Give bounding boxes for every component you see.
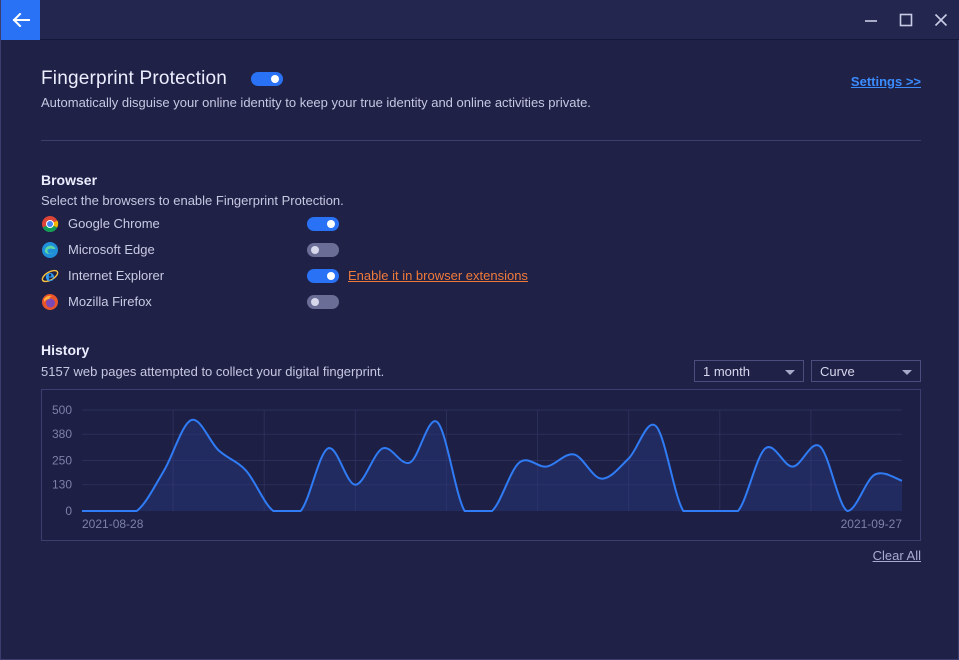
data-point	[354, 484, 356, 486]
history-section-subtitle: 5157 web pages attempted to collect your…	[41, 364, 385, 379]
data-point	[382, 447, 384, 449]
chart-style-select-value: Curve	[820, 364, 855, 379]
chevron-down-icon	[902, 370, 912, 375]
chrome-icon	[42, 216, 59, 232]
series-area	[82, 419, 902, 511]
toggle-knob	[311, 298, 319, 306]
toggle-knob	[327, 272, 335, 280]
y-tick-label: 0	[65, 504, 72, 518]
data-point	[327, 447, 329, 449]
toggle-knob	[327, 220, 335, 228]
toggle-knob	[271, 75, 279, 83]
x-tick-label: 2021-09-27	[841, 517, 903, 531]
data-point	[136, 510, 138, 512]
arrow-left-icon	[12, 13, 30, 27]
divider	[41, 140, 921, 141]
toggle-knob	[311, 246, 319, 254]
data-point	[518, 462, 520, 464]
data-point	[710, 510, 712, 512]
app-window: Fingerprint Protection Settings >> Autom…	[0, 0, 959, 660]
edge-icon	[42, 242, 58, 258]
chart-style-select[interactable]: Curve	[811, 360, 921, 382]
minimize-button[interactable]	[861, 10, 881, 30]
browser-section-title: Browser	[41, 172, 98, 188]
close-button[interactable]	[931, 10, 951, 30]
enable-extension-link[interactable]: Enable it in browser extensions	[348, 268, 528, 283]
browser-row-firefox: Mozilla Firefox	[41, 292, 601, 312]
y-tick-label: 500	[52, 403, 72, 417]
data-point	[190, 419, 192, 421]
svg-text:e: e	[45, 267, 55, 285]
page-title: Fingerprint Protection	[41, 68, 228, 89]
data-point	[546, 466, 548, 468]
chrome-toggle[interactable]	[307, 217, 339, 231]
data-point	[436, 421, 438, 423]
page-subtitle: Automatically disguise your online ident…	[41, 95, 591, 110]
settings-link[interactable]: Settings >>	[851, 74, 921, 89]
data-point	[108, 510, 110, 512]
data-point	[272, 510, 274, 512]
edge-toggle[interactable]	[307, 243, 339, 257]
browser-section-subtitle: Select the browsers to enable Fingerprin…	[41, 193, 344, 208]
browser-row-edge: Microsoft Edge	[41, 240, 601, 260]
firefox-icon	[42, 294, 58, 310]
firefox-toggle[interactable]	[307, 295, 339, 309]
data-point	[819, 445, 821, 447]
data-point	[792, 466, 794, 468]
browser-row-ie: e Internet Explorer Enable it in browser…	[41, 266, 601, 286]
maximize-icon	[899, 13, 913, 27]
data-point	[573, 453, 575, 455]
data-point	[901, 480, 903, 482]
data-point	[874, 474, 876, 476]
close-icon	[934, 13, 948, 27]
data-point	[245, 470, 247, 472]
data-point	[846, 510, 848, 512]
data-point	[682, 510, 684, 512]
browser-row-chrome: Google Chrome	[41, 214, 601, 234]
data-point	[737, 510, 739, 512]
chevron-down-icon	[785, 370, 795, 375]
data-point	[600, 478, 602, 480]
data-point	[764, 447, 766, 449]
history-chart-svg: 0 130 250 380 500 2021-08-28 2021-09-27	[52, 403, 903, 531]
data-point	[628, 457, 630, 459]
y-tick-label: 380	[52, 427, 72, 441]
fingerprint-protection-toggle[interactable]	[251, 72, 283, 86]
browser-name: Mozilla Firefox	[68, 294, 152, 309]
data-point	[409, 462, 411, 464]
data-point	[218, 449, 220, 451]
history-chart: 0 130 250 380 500 2021-08-28 2021-09-27	[41, 389, 921, 541]
title-bar	[1, 0, 959, 40]
feature-header: Fingerprint Protection	[41, 68, 921, 92]
browser-name: Microsoft Edge	[68, 242, 155, 257]
x-tick-label: 2021-08-28	[82, 517, 144, 531]
maximize-button[interactable]	[896, 10, 916, 30]
y-tick-label: 130	[52, 478, 72, 492]
ie-toggle[interactable]	[307, 269, 339, 283]
data-point	[491, 510, 493, 512]
data-point	[300, 510, 302, 512]
range-select-value: 1 month	[703, 364, 750, 379]
browser-name: Internet Explorer	[68, 268, 165, 283]
back-button[interactable]	[1, 0, 40, 40]
minimize-icon	[865, 20, 877, 22]
history-section-title: History	[41, 342, 90, 358]
y-tick-label: 250	[52, 454, 72, 468]
clear-all-button[interactable]: Clear All	[873, 548, 921, 563]
data-point	[81, 510, 83, 512]
range-select[interactable]: 1 month	[694, 360, 804, 382]
data-point	[464, 510, 466, 512]
data-point	[655, 425, 657, 427]
ie-icon: e	[41, 267, 59, 285]
data-point	[163, 470, 165, 472]
browser-name: Google Chrome	[68, 216, 160, 231]
